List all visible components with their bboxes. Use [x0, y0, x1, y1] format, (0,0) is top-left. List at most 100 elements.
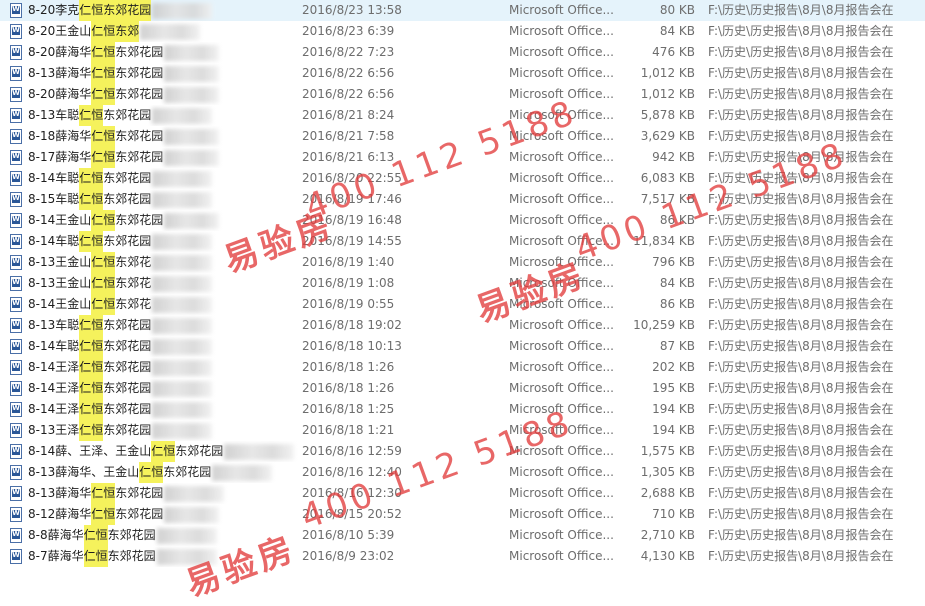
word-document-icon [10, 24, 22, 39]
file-name-cell[interactable]: 8-15车聪仁恒东郊花园 [10, 189, 300, 210]
search-match-highlight: 仁恒 [83, 546, 108, 567]
file-row[interactable]: 8-14王泽仁恒东郊花园 2016/8/18 1:26 Microsoft Offi… [0, 378, 925, 399]
file-name-cell[interactable]: 8-18薛海华仁恒东郊花园 [10, 126, 300, 147]
file-name-suffix: 东郊花 [115, 297, 152, 311]
file-name-cell[interactable]: 8-13薛海华仁恒东郊花园 [10, 483, 300, 504]
file-name-cell[interactable]: 8-13王金山仁恒东郊花 [10, 252, 300, 273]
file-name-cell[interactable]: 8-12薛海华仁恒东郊花园 [10, 504, 300, 525]
file-row[interactable]: 8-14王金山仁恒东郊花 2016/8/19 0:55 Microsoft Offi… [0, 294, 925, 315]
file-name-suffix: 东郊花园 [103, 318, 152, 332]
redacted-text [164, 149, 220, 166]
file-size: 194 KB [652, 402, 695, 416]
file-row[interactable]: 8-17薛海华仁恒东郊花园 2016/8/21 6:13 Microsoft Off… [0, 147, 925, 168]
file-name-suffix: 东郊花园 [103, 108, 152, 122]
file-row[interactable]: 8-14车聪仁恒东郊花园 2016/8/20 22:55 Microsoft Off… [0, 168, 925, 189]
file-name: 8-14车聪 仁恒 东郊花园 [28, 336, 213, 357]
file-row[interactable]: 8-13薛海华仁恒东郊花园 2016/8/22 6:56 Microsoft Off… [0, 63, 925, 84]
file-row[interactable]: 8-13薛海华、王金山仁恒东郊花园 2016/8/16 12:40 Microsof… [0, 462, 925, 483]
file-row[interactable]: 8-7薛海华仁恒东郊花园 2016/8/9 23:02 Microsoft Offi… [0, 546, 925, 567]
file-name-cell[interactable]: 8-14车聪仁恒东郊花园 [10, 168, 300, 189]
file-name-suffix: 东郊花园 [115, 507, 164, 521]
file-name-prefix: 8-12薛海华 [28, 507, 92, 521]
file-path: F:\历史\历史报告\8月\8月报告会在 [708, 486, 894, 500]
file-name-prefix: 8-14王泽 [28, 381, 80, 395]
file-name-cell[interactable]: 8-20李克仁恒东郊花园 [10, 0, 300, 21]
file-name: 8-14薛、王泽、王金山 仁恒 东郊花园 [28, 441, 295, 462]
file-row[interactable]: 8-13王金山仁恒东郊花 2016/8/19 1:08 Microsoft Offi… [0, 273, 925, 294]
file-path: F:\历史\历史报告\8月\8月报告会在 [708, 507, 894, 521]
file-row[interactable]: 8-15车聪仁恒东郊花园 2016/8/19 17:46 Microsoft Off… [0, 189, 925, 210]
file-row[interactable]: 8-18薛海华仁恒东郊花园 2016/8/21 7:58 Microsoft Off… [0, 126, 925, 147]
file-size: 1,012 KB [640, 87, 695, 101]
file-row[interactable]: 8-20王金山仁恒东郊 2016/8/23 6:39 Microsoft Offic… [0, 21, 925, 42]
file-name-prefix: 8-13车聪 [28, 318, 80, 332]
file-type: Microsoft Office... [509, 108, 614, 122]
file-row[interactable]: 8-8薛海华仁恒东郊花园 2016/8/10 5:39 Microsoft Offi… [0, 525, 925, 546]
file-row[interactable]: 8-12薛海华仁恒东郊花园 2016/8/15 20:52 Microsoft Of… [0, 504, 925, 525]
file-name-cell[interactable]: 8-7薛海华仁恒东郊花园 [10, 546, 300, 567]
file-row[interactable]: 8-14王金山仁恒东郊花园 2016/8/19 16:48 Microsoft Of… [0, 210, 925, 231]
file-name: 8-13车聪 仁恒 东郊花园 [28, 315, 213, 336]
file-name-prefix: 8-13薛海华 [28, 66, 92, 80]
file-date: 2016/8/23 13:58 [302, 3, 402, 17]
file-name-prefix: 8-20薛海华 [28, 87, 92, 101]
file-name-cell[interactable]: 8-14王金山仁恒东郊花 [10, 294, 300, 315]
search-match-highlight: 仁恒 [91, 147, 116, 168]
file-name-cell[interactable]: 8-14王泽仁恒东郊花园 [10, 357, 300, 378]
file-name-cell[interactable]: 8-14王泽仁恒东郊花园 [10, 378, 300, 399]
word-document-icon [10, 486, 22, 501]
file-row[interactable]: 8-14车聪仁恒东郊花园 2016/8/19 14:55 Microsoft Off… [0, 231, 925, 252]
file-row[interactable]: 8-13王金山仁恒东郊花 2016/8/19 1:40 Microsoft Offi… [0, 252, 925, 273]
redacted-text [152, 359, 213, 376]
file-row[interactable]: 8-13王泽仁恒东郊花园 2016/8/18 1:21 Microsoft Offi… [0, 420, 925, 441]
file-name-cell[interactable]: 8-14车聪仁恒东郊花园 [10, 231, 300, 252]
file-path: F:\历史\历史报告\8月\8月报告会在 [708, 444, 894, 458]
word-document-icon [10, 444, 22, 459]
redacted-text [140, 23, 201, 40]
file-name-cell[interactable]: 8-13车聪仁恒东郊花园 [10, 315, 300, 336]
file-name-cell[interactable]: 8-13王泽仁恒东郊花园 [10, 420, 300, 441]
file-size: 195 KB [652, 381, 695, 395]
file-name-cell[interactable]: 8-20薛海华仁恒东郊花园 [10, 42, 300, 63]
file-name-cell[interactable]: 8-8薛海华仁恒东郊花园 [10, 525, 300, 546]
file-row[interactable]: 8-14王泽仁恒东郊花园 2016/8/18 1:25 Microsoft Offi… [0, 399, 925, 420]
file-date: 2016/8/23 6:39 [302, 24, 395, 38]
file-date: 2016/8/15 20:52 [302, 507, 402, 521]
file-name-prefix: 8-18薛海华 [28, 129, 92, 143]
word-document-icon [10, 339, 22, 354]
file-row[interactable]: 8-14王泽仁恒东郊花园 2016/8/18 1:26 Microsoft Offi… [0, 357, 925, 378]
redacted-text [164, 44, 220, 61]
file-name-cell[interactable]: 8-13薛海华、王金山仁恒东郊花园 [10, 462, 300, 483]
file-name-suffix: 东郊花园 [115, 213, 164, 227]
file-name-cell[interactable]: 8-20王金山仁恒东郊 [10, 21, 300, 42]
file-type: Microsoft Office... [509, 87, 614, 101]
file-type: Microsoft Office... [509, 171, 614, 185]
file-row[interactable]: 8-20李克仁恒东郊花园 2016/8/23 13:58 Microsoft Off… [0, 0, 925, 21]
file-row[interactable]: 8-20薛海华仁恒东郊花园 2016/8/22 6:56 Microsoft Off… [0, 84, 925, 105]
file-name-prefix: 8-20李克 [28, 3, 80, 17]
file-row[interactable]: 8-14车聪仁恒东郊花园 2016/8/18 10:13 Microsoft Off… [0, 336, 925, 357]
file-name-cell[interactable]: 8-14薛、王泽、王金山仁恒东郊花园 [10, 441, 300, 462]
file-date: 2016/8/18 1:26 [302, 360, 395, 374]
file-name-cell[interactable]: 8-20薛海华仁恒东郊花园 [10, 84, 300, 105]
file-size: 2,710 KB [640, 528, 695, 542]
search-match-highlight: 仁恒东郊 [91, 21, 140, 42]
file-row[interactable]: 8-13车聪仁恒东郊花园 2016/8/21 8:24 Microsoft Offi… [0, 105, 925, 126]
file-row[interactable]: 8-13车聪仁恒东郊花园 2016/8/18 19:02 Microsoft Off… [0, 315, 925, 336]
file-name-cell[interactable]: 8-13车聪仁恒东郊花园 [10, 105, 300, 126]
file-name-cell[interactable]: 8-14王泽仁恒东郊花园 [10, 399, 300, 420]
file-name-cell[interactable]: 8-14车聪仁恒东郊花园 [10, 336, 300, 357]
file-name-cell[interactable]: 8-14王金山仁恒东郊花园 [10, 210, 300, 231]
file-row[interactable]: 8-13薛海华仁恒东郊花园 2016/8/16 12:30 Microsoft Of… [0, 483, 925, 504]
file-name-cell[interactable]: 8-13薛海华仁恒东郊花园 [10, 63, 300, 84]
file-row[interactable]: 8-20薛海华仁恒东郊花园 2016/8/22 7:23 Microsoft Off… [0, 42, 925, 63]
file-name-suffix: 东郊花 [115, 276, 152, 290]
file-path: F:\历史\历史报告\8月\8月报告会在 [708, 276, 894, 290]
file-name-cell[interactable]: 8-13王金山仁恒东郊花 [10, 273, 300, 294]
file-row[interactable]: 8-14薛、王泽、王金山仁恒东郊花园 2016/8/16 12:59 Microso… [0, 441, 925, 462]
file-name: 8-18薛海华 仁恒 东郊花园 [28, 126, 220, 147]
search-match-highlight: 仁恒 [91, 42, 116, 63]
file-name-prefix: 8-13薛海华 [28, 486, 92, 500]
file-name-cell[interactable]: 8-17薛海华仁恒东郊花园 [10, 147, 300, 168]
file-date: 2016/8/19 17:46 [302, 192, 402, 206]
